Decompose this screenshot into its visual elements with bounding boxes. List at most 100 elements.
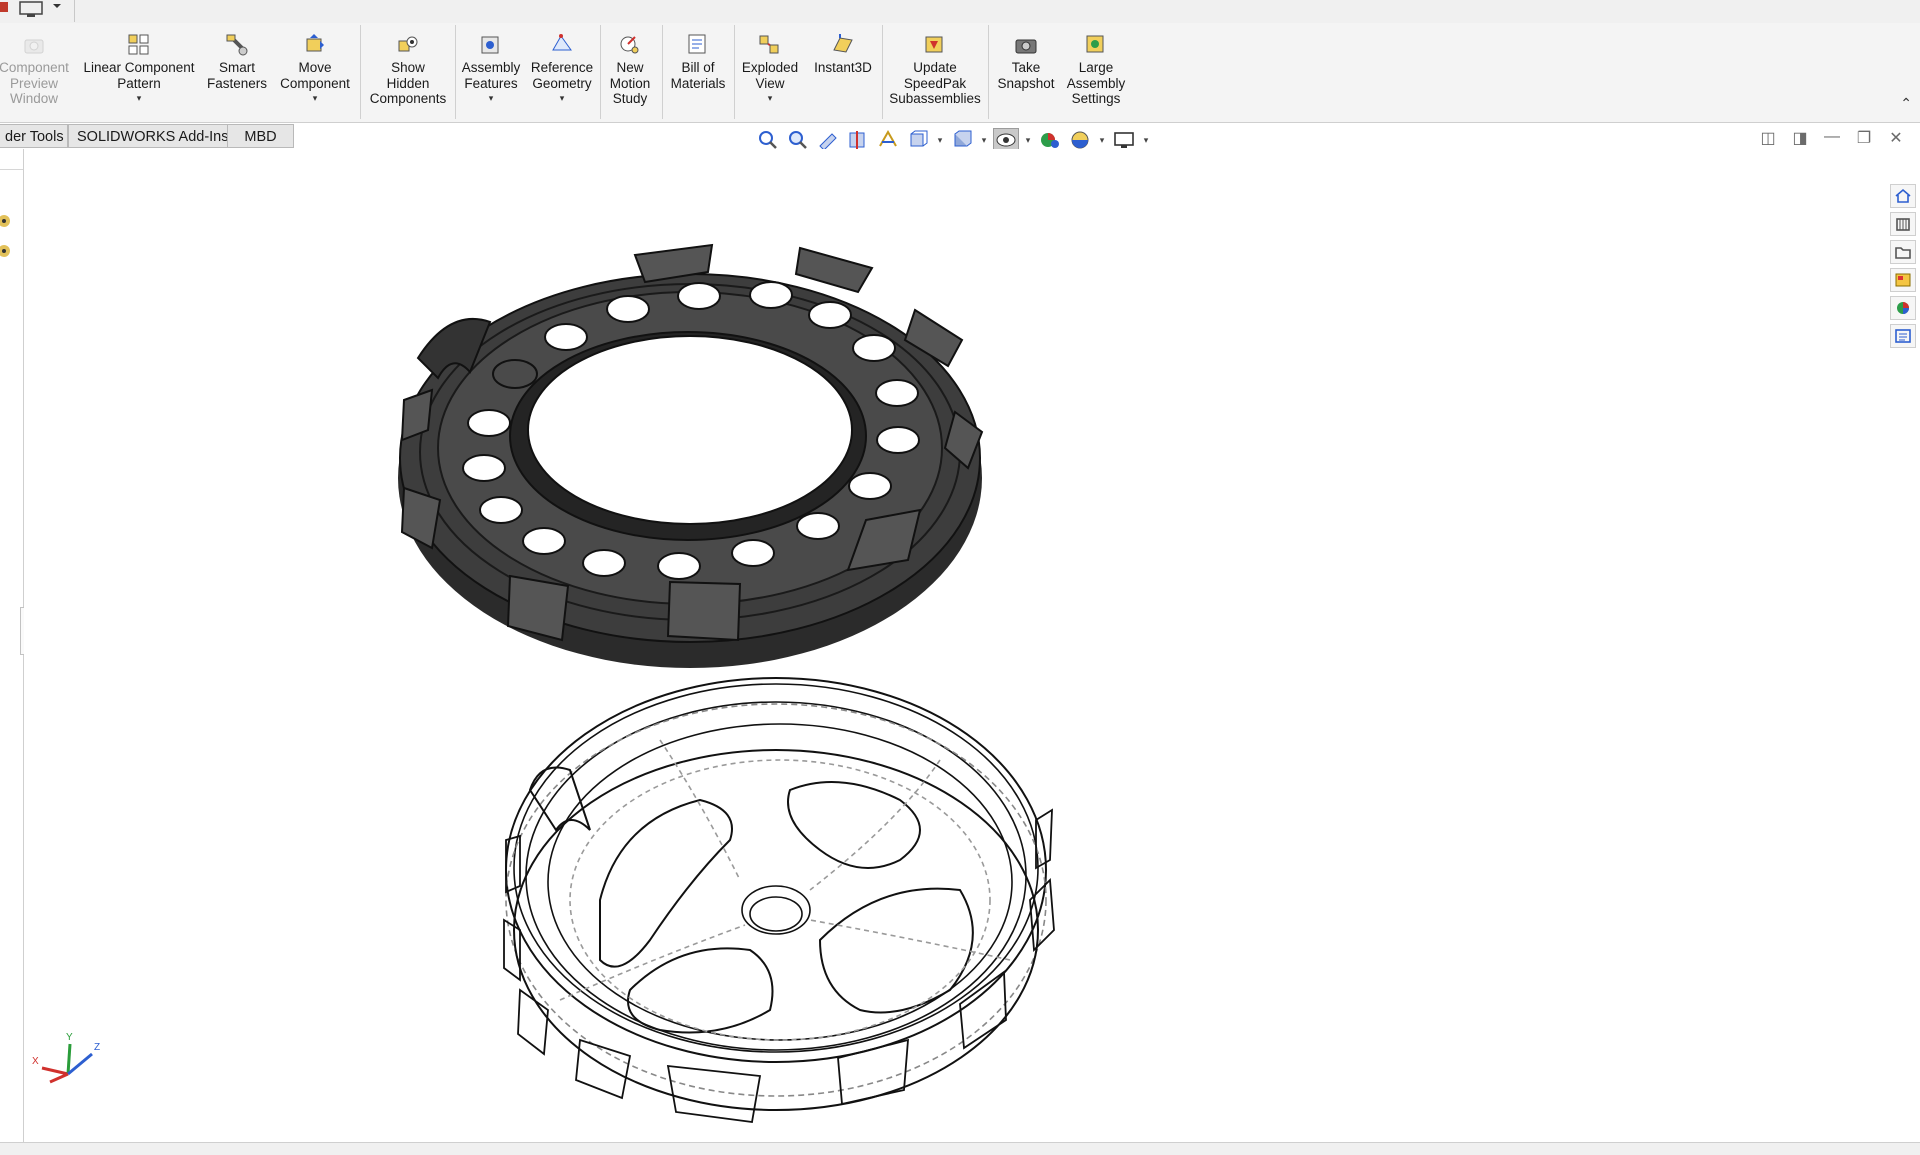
- take-snapshot-button[interactable]: Take Snapshot: [991, 27, 1061, 119]
- tile-right-icon[interactable]: ◨: [1790, 128, 1810, 148]
- task-pane-view-palette-tab[interactable]: [1890, 268, 1916, 292]
- close-icon[interactable]: ✕: [1886, 128, 1906, 148]
- view-palette-icon: [1895, 273, 1911, 287]
- instant3d-button[interactable]: Instant3D: [808, 27, 878, 119]
- visibility-icon[interactable]: [0, 242, 14, 260]
- ribbon-button-label: Features: [464, 75, 518, 91]
- triad-z-label: Z: [94, 1042, 100, 1053]
- show-hidden-components-button[interactable]: Show Hidden Components: [365, 27, 451, 119]
- ribbon-button-label: Preview: [9, 75, 58, 91]
- reference-triad: X Y Z: [32, 1032, 100, 1084]
- ribbon-button-label: Exploded: [741, 60, 799, 75]
- wireframe-hub-component[interactable]: [503, 677, 1055, 1124]
- dropdown-arrow-icon[interactable]: ▾: [1097, 135, 1107, 146]
- dropdown-arrow-icon[interactable]: ▾: [768, 93, 773, 103]
- triad-y-label: Y: [66, 1032, 73, 1043]
- dropdown-arrow-icon[interactable]: ▾: [489, 93, 494, 103]
- camera-icon: [24, 39, 44, 54]
- ribbon-button-label: SpeedPak: [903, 75, 967, 91]
- home-icon: [1895, 188, 1911, 203]
- ribbon-button-label: Hidden: [386, 75, 430, 91]
- ribbon-separator: [360, 25, 361, 119]
- ribbon-button-label: Study: [612, 91, 648, 106]
- component-preview-window-button[interactable]: Component Preview Window: [0, 27, 72, 119]
- show-icon: [398, 36, 418, 52]
- ribbon-button-label: New: [616, 60, 644, 75]
- ribbon-separator: [988, 25, 989, 119]
- dropdown-arrow-icon[interactable]: ▾: [1023, 135, 1033, 146]
- collapse-ribbon-icon[interactable]: ⌃: [1900, 95, 1912, 112]
- quick-access-icons[interactable]: [0, 0, 74, 22]
- quick-access-toolbar: [0, 0, 1920, 24]
- new-motion-study-button[interactable]: New Motion Study: [603, 27, 657, 119]
- ribbon-button-label: Update: [913, 60, 957, 75]
- linear-component-pattern-button[interactable]: Linear Component Pattern ▾: [78, 27, 200, 119]
- dropdown-arrow-icon[interactable]: ▾: [313, 93, 318, 103]
- ribbon-separator: [734, 25, 735, 119]
- snapshot-icon: [1015, 39, 1037, 54]
- dropdown-arrow-icon[interactable]: ▾: [979, 135, 989, 146]
- shaded-ring-component[interactable]: [398, 243, 984, 668]
- ribbon-button-label: Take: [1011, 60, 1041, 75]
- ribbon-button-label: Fasteners: [206, 75, 268, 91]
- task-pane-resources-tab[interactable]: [1890, 212, 1916, 236]
- restore-icon[interactable]: ❐: [1854, 128, 1874, 148]
- exploded-view-button[interactable]: Exploded View ▾: [737, 27, 803, 119]
- smart-fasteners-button[interactable]: Smart Fasteners: [204, 27, 270, 119]
- folder-icon: [1895, 247, 1911, 259]
- move-component-button[interactable]: Move Component ▾: [275, 27, 355, 119]
- ribbon-button-label: Window: [9, 91, 58, 106]
- ribbon-button-label: Smart: [218, 60, 255, 75]
- ribbon-separator: [455, 25, 456, 119]
- ribbon-button-label: Materials: [670, 75, 726, 91]
- update-speedpak-subassemblies-button[interactable]: Update SpeedPak Subassemblies: [886, 27, 984, 119]
- panel-header: [0, 149, 23, 170]
- ribbon-separator: [882, 25, 883, 119]
- ribbon-button-label: Reference: [530, 60, 594, 75]
- ribbon-button-label: Bill of: [681, 60, 715, 75]
- tile-left-icon[interactable]: ◫: [1758, 128, 1778, 148]
- tab-solidworks-add-ins[interactable]: SOLIDWORKS Add-Ins: [68, 124, 229, 148]
- minimize-icon[interactable]: —: [1822, 128, 1842, 148]
- task-pane-appearances-tab[interactable]: [1890, 296, 1916, 320]
- instant3d-icon: [833, 34, 853, 53]
- task-pane-home-tab[interactable]: [1890, 184, 1916, 208]
- bill-of-materials-button[interactable]: Bill of Materials: [666, 27, 730, 119]
- assembly-features-button[interactable]: Assembly Features ▾: [458, 27, 524, 119]
- visibility-icon[interactable]: [0, 212, 14, 230]
- appearances-icon: [1897, 302, 1909, 314]
- design-library-icon: [1896, 218, 1910, 231]
- ribbon-button-label: View: [755, 75, 785, 91]
- ribbon-button-label: Motion: [609, 75, 651, 91]
- feature-manager-panel: ◦: [0, 149, 32, 1142]
- large-icon: [1086, 35, 1104, 53]
- reference-geometry-button[interactable]: Reference Geometry ▾: [528, 27, 596, 119]
- status-bar: [0, 1142, 1920, 1155]
- large-assembly-settings-button[interactable]: Large Assembly Settings: [1064, 27, 1128, 119]
- refgeo-icon: [552, 34, 572, 51]
- task-pane-custom-properties-tab[interactable]: [1890, 324, 1916, 348]
- dropdown-arrow-icon[interactable]: ▾: [935, 135, 945, 146]
- ribbon-button-label: Snapshot: [997, 75, 1055, 91]
- dropdown-arrow-icon[interactable]: ▾: [1141, 135, 1151, 146]
- ribbon-button-label: Linear Component: [83, 60, 195, 75]
- dropdown-arrow-icon[interactable]: ▾: [137, 93, 142, 103]
- features-icon: [481, 36, 499, 54]
- ribbon-button-label: Pattern: [117, 75, 161, 91]
- custom-properties-icon: [1895, 329, 1911, 343]
- document-window-controls: ◫ ◨ — ❐ ✕: [1758, 128, 1906, 148]
- ribbon-button-label: Component: [280, 75, 350, 91]
- ribbon-button-label: Component: [0, 60, 69, 75]
- ribbon-button-label: Move: [298, 60, 332, 75]
- ribbon-button-label: Geometry: [532, 75, 592, 91]
- speedpak-icon: [925, 36, 943, 53]
- ribbon-button-label: Show: [391, 60, 425, 75]
- graphics-area[interactable]: [24, 149, 1890, 1142]
- tab-sketch-ink-tools[interactable]: der Tools: [0, 124, 68, 148]
- dropdown-arrow-icon[interactable]: ▾: [560, 93, 565, 103]
- tab-mbd[interactable]: MBD: [227, 124, 294, 148]
- quick-access-group: [0, 0, 75, 22]
- assembly-model[interactable]: [24, 149, 1890, 1142]
- ribbon-separator: [662, 25, 663, 119]
- task-pane-file-explorer-tab[interactable]: [1890, 240, 1916, 264]
